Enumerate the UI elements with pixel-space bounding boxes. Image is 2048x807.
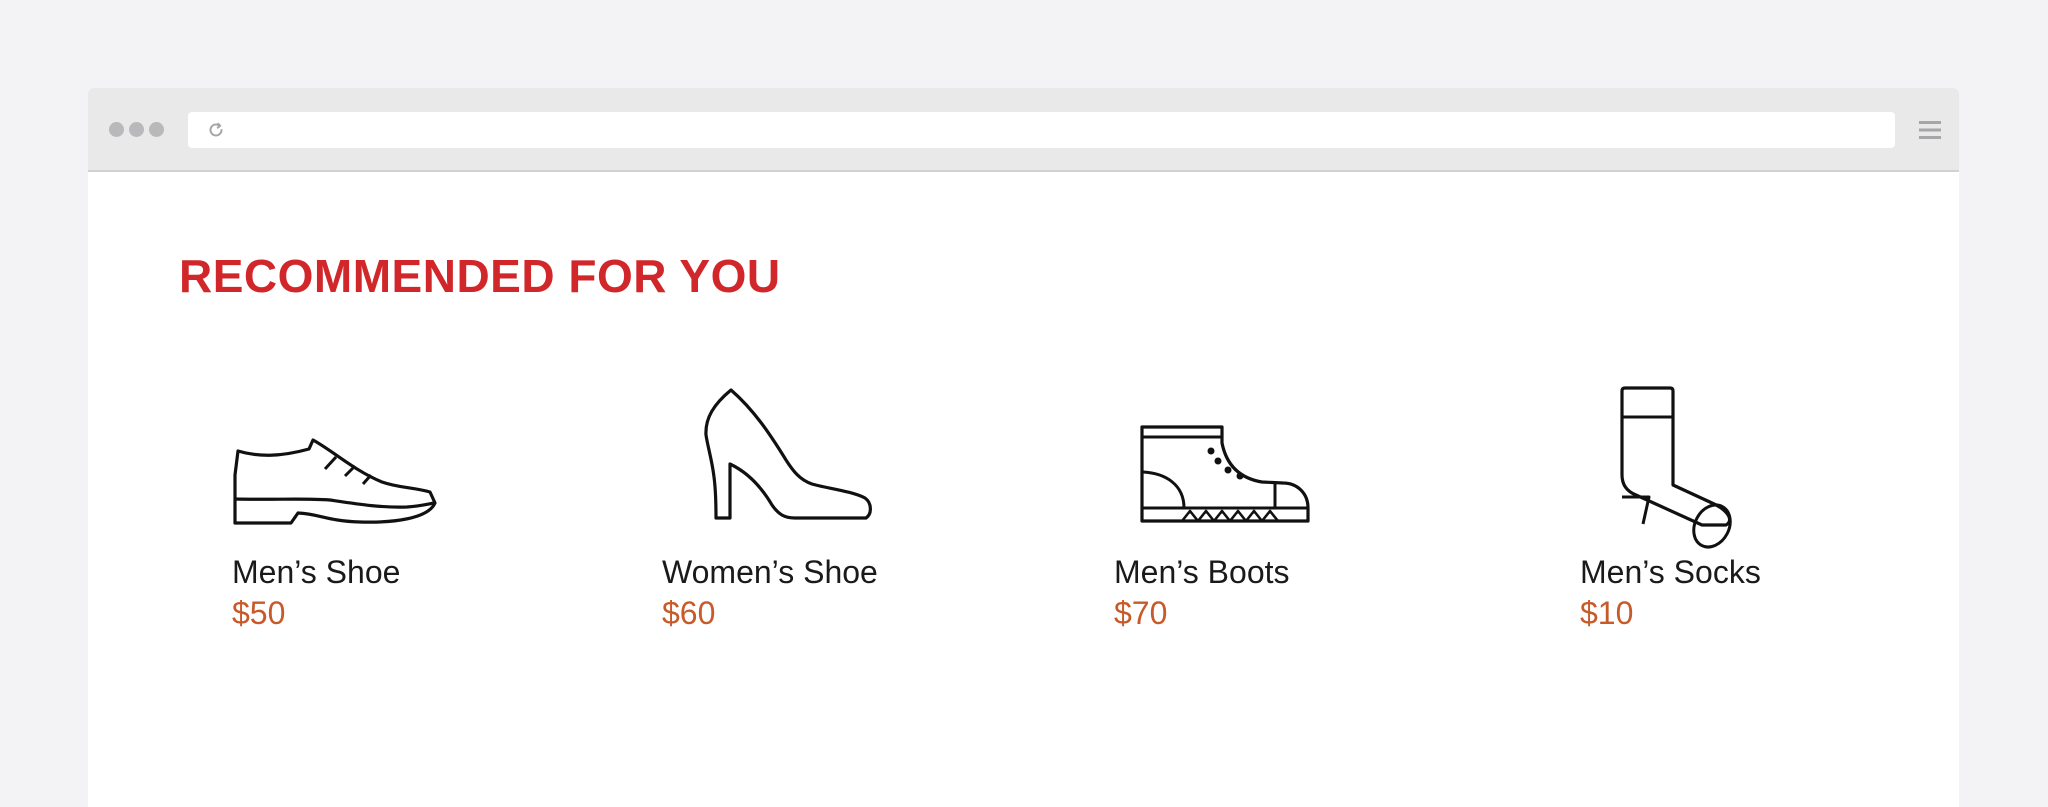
womens-shoe-icon[interactable] — [702, 388, 872, 523]
product-price: $50 — [232, 595, 286, 631]
window-control-dot[interactable] — [149, 122, 164, 137]
product-price: $70 — [1114, 595, 1168, 631]
product-name[interactable]: Men’s Shoe — [232, 556, 400, 588]
product-name[interactable]: Men’s Boots — [1114, 556, 1290, 588]
product-price: $60 — [662, 595, 716, 631]
browser-window: RECOMMENDED FOR YOU Men’s Shoe $50 Women… — [88, 88, 1959, 807]
product-price: $10 — [1580, 595, 1634, 631]
section-title: RECOMMENDED FOR YOU — [179, 250, 781, 302]
address-bar[interactable] — [188, 112, 1895, 148]
mens-shoe-icon[interactable] — [232, 437, 448, 521]
browser-toolbar — [88, 88, 1959, 172]
window-control-dot[interactable] — [109, 122, 124, 137]
mens-socks-icon[interactable] — [1618, 387, 1743, 525]
window-controls-icon[interactable] — [109, 122, 164, 137]
window-control-dot[interactable] — [129, 122, 144, 137]
product-name[interactable]: Men’s Socks — [1580, 556, 1761, 588]
hamburger-menu-icon[interactable] — [1919, 119, 1941, 141]
product-name[interactable]: Women’s Shoe — [662, 556, 878, 588]
mens-boots-icon[interactable] — [1140, 425, 1310, 521]
reload-icon[interactable] — [206, 120, 226, 140]
